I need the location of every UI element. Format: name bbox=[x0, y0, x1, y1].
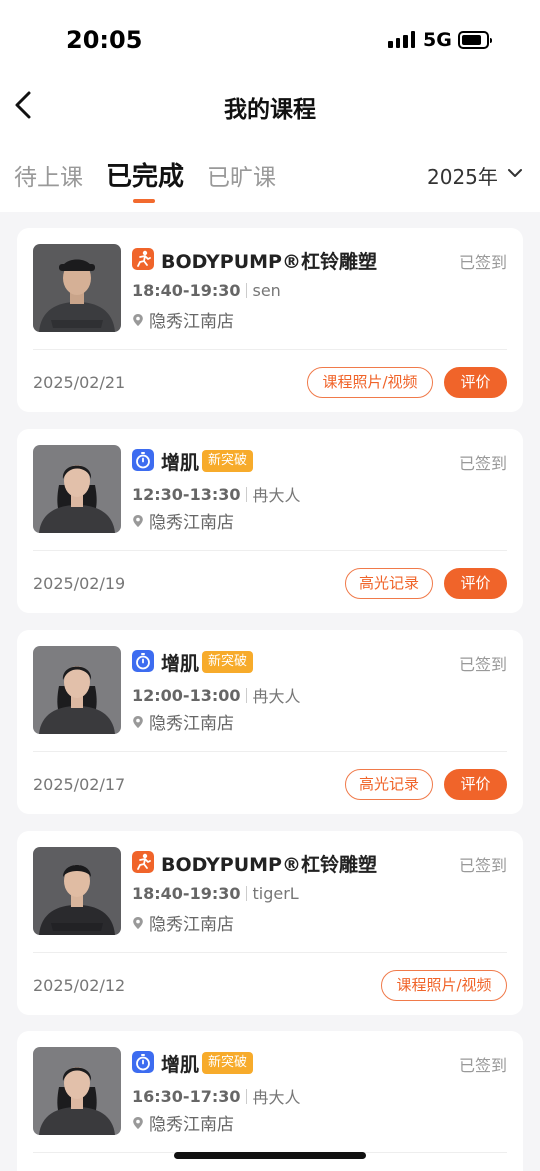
stopwatch-icon bbox=[132, 650, 154, 672]
location-pin-icon bbox=[133, 715, 143, 728]
separator bbox=[245, 283, 247, 298]
location-row: 隐秀江南店 bbox=[132, 307, 234, 332]
checkin-status: 已签到 bbox=[458, 1056, 507, 1075]
course-time: 12:00-13:00 bbox=[132, 685, 241, 705]
course-time: 18:40-19:30 bbox=[132, 281, 241, 300]
store-name: 隐秀江南店 bbox=[149, 1115, 234, 1135]
coach-name: sen bbox=[252, 281, 281, 300]
time-coach-row: 18:40-19:30 sen bbox=[132, 281, 281, 300]
status-bar: 20:05 5G bbox=[0, 0, 540, 80]
review-button[interactable]: 评价 bbox=[444, 568, 507, 599]
course-card[interactable]: 增肌 新突破 已签到 16:30-17:30 冉大人 隐秀江南店 bbox=[17, 1031, 523, 1171]
course-date: 2025/02/19 bbox=[33, 574, 126, 593]
course-name: BODYPUMP®杠铃雕塑 bbox=[161, 854, 377, 876]
course-date: 2025/02/12 bbox=[33, 976, 126, 995]
location-row: 隐秀江南店 bbox=[132, 1110, 234, 1135]
location-row: 隐秀江南店 bbox=[132, 508, 234, 533]
review-button[interactable]: 评价 bbox=[444, 769, 507, 800]
course-card[interactable]: 增肌 新突破 已签到 12:00-13:00 冉大人 隐秀江南店 2025/02… bbox=[17, 630, 523, 814]
tab-absent[interactable]: 已旷课 bbox=[207, 158, 276, 192]
divider bbox=[33, 349, 507, 350]
coach-avatar bbox=[33, 244, 121, 332]
photos-videos-button[interactable]: 课程照片/视频 bbox=[307, 367, 433, 398]
divider bbox=[33, 952, 507, 953]
separator bbox=[245, 486, 247, 502]
location-pin-icon bbox=[133, 514, 143, 527]
location-pin-icon bbox=[133, 1116, 143, 1129]
course-card[interactable]: 增肌 新突破 已签到 12:30-13:30 冉大人 隐秀江南店 2025/02… bbox=[17, 429, 523, 613]
active-tab-indicator bbox=[133, 199, 155, 203]
tab-bar: 待上课 已完成 已旷课 2025年 bbox=[0, 130, 540, 212]
coach-name: 冉大人 bbox=[252, 1088, 301, 1107]
home-indicator bbox=[174, 1152, 366, 1159]
coach-avatar bbox=[33, 847, 121, 935]
course-card[interactable]: BODYPUMP®杠铃雕塑 已签到 18:40-19:30 tigerL 隐秀江… bbox=[17, 831, 523, 1015]
new-breakthrough-badge: 新突破 bbox=[202, 1052, 254, 1074]
coach-avatar bbox=[33, 1047, 121, 1135]
divider bbox=[33, 751, 507, 752]
new-breakthrough-badge: 新突破 bbox=[202, 651, 254, 673]
checkin-status: 已签到 bbox=[458, 253, 507, 272]
review-button[interactable]: 评价 bbox=[444, 367, 507, 398]
status-time: 20:05 bbox=[66, 26, 143, 54]
running-person-icon bbox=[132, 851, 154, 873]
coach-avatar bbox=[33, 646, 121, 734]
checkin-status: 已签到 bbox=[458, 454, 507, 473]
location-pin-icon bbox=[133, 916, 143, 929]
chevron-down-icon[interactable] bbox=[506, 166, 524, 180]
location-row: 隐秀江南店 bbox=[132, 709, 234, 734]
running-person-icon bbox=[132, 248, 154, 270]
course-date: 2025/02/17 bbox=[33, 775, 126, 794]
battery-icon bbox=[458, 31, 492, 49]
time-coach-row: 12:30-13:30 冉大人 bbox=[132, 482, 301, 506]
course-time: 12:30-13:30 bbox=[132, 484, 241, 504]
photos-videos-button[interactable]: 课程照片/视频 bbox=[381, 970, 507, 1001]
location-row: 隐秀江南店 bbox=[132, 910, 234, 935]
separator bbox=[245, 886, 247, 901]
signal-icon bbox=[388, 31, 415, 48]
nav-bar: 我的课程 bbox=[0, 80, 540, 130]
store-name: 隐秀江南店 bbox=[149, 915, 234, 935]
course-card[interactable]: BODYPUMP®杠铃雕塑 已签到 18:40-19:30 sen 隐秀江南店 … bbox=[17, 228, 523, 412]
time-coach-row: 18:40-19:30 tigerL bbox=[132, 884, 299, 903]
new-breakthrough-badge: 新突破 bbox=[202, 450, 254, 472]
coach-name: 冉大人 bbox=[252, 687, 301, 706]
coach-name: tigerL bbox=[252, 884, 299, 903]
store-name: 隐秀江南店 bbox=[149, 714, 234, 734]
page-title: 我的课程 bbox=[224, 97, 316, 123]
divider bbox=[33, 550, 507, 551]
course-name: 增肌 bbox=[161, 452, 200, 474]
checkin-status: 已签到 bbox=[458, 655, 507, 674]
location-pin-icon bbox=[133, 313, 143, 326]
coach-avatar bbox=[33, 445, 121, 533]
network-label: 5G bbox=[423, 29, 452, 51]
highlights-button[interactable]: 高光记录 bbox=[345, 568, 433, 599]
checkin-status: 已签到 bbox=[458, 856, 507, 875]
highlights-button[interactable]: 高光记录 bbox=[345, 769, 433, 800]
separator bbox=[245, 687, 247, 703]
coach-name: 冉大人 bbox=[252, 486, 301, 505]
tab-upcoming[interactable]: 待上课 bbox=[14, 158, 83, 192]
time-coach-row: 12:00-13:00 冉大人 bbox=[132, 683, 301, 707]
store-name: 隐秀江南店 bbox=[149, 312, 234, 332]
course-time: 16:30-17:30 bbox=[132, 1086, 241, 1106]
course-name: 增肌 bbox=[161, 1054, 200, 1076]
stopwatch-icon bbox=[132, 449, 154, 471]
year-selector[interactable]: 2025年 bbox=[427, 161, 498, 190]
tab-completed[interactable]: 已完成 bbox=[106, 156, 184, 193]
store-name: 隐秀江南店 bbox=[149, 513, 234, 533]
stopwatch-icon bbox=[132, 1051, 154, 1073]
course-time: 18:40-19:30 bbox=[132, 884, 241, 903]
course-name: 增肌 bbox=[161, 653, 200, 675]
course-date: 2025/02/21 bbox=[33, 373, 126, 392]
course-name: BODYPUMP®杠铃雕塑 bbox=[161, 251, 377, 273]
separator bbox=[245, 1088, 247, 1104]
time-coach-row: 16:30-17:30 冉大人 bbox=[132, 1084, 301, 1108]
